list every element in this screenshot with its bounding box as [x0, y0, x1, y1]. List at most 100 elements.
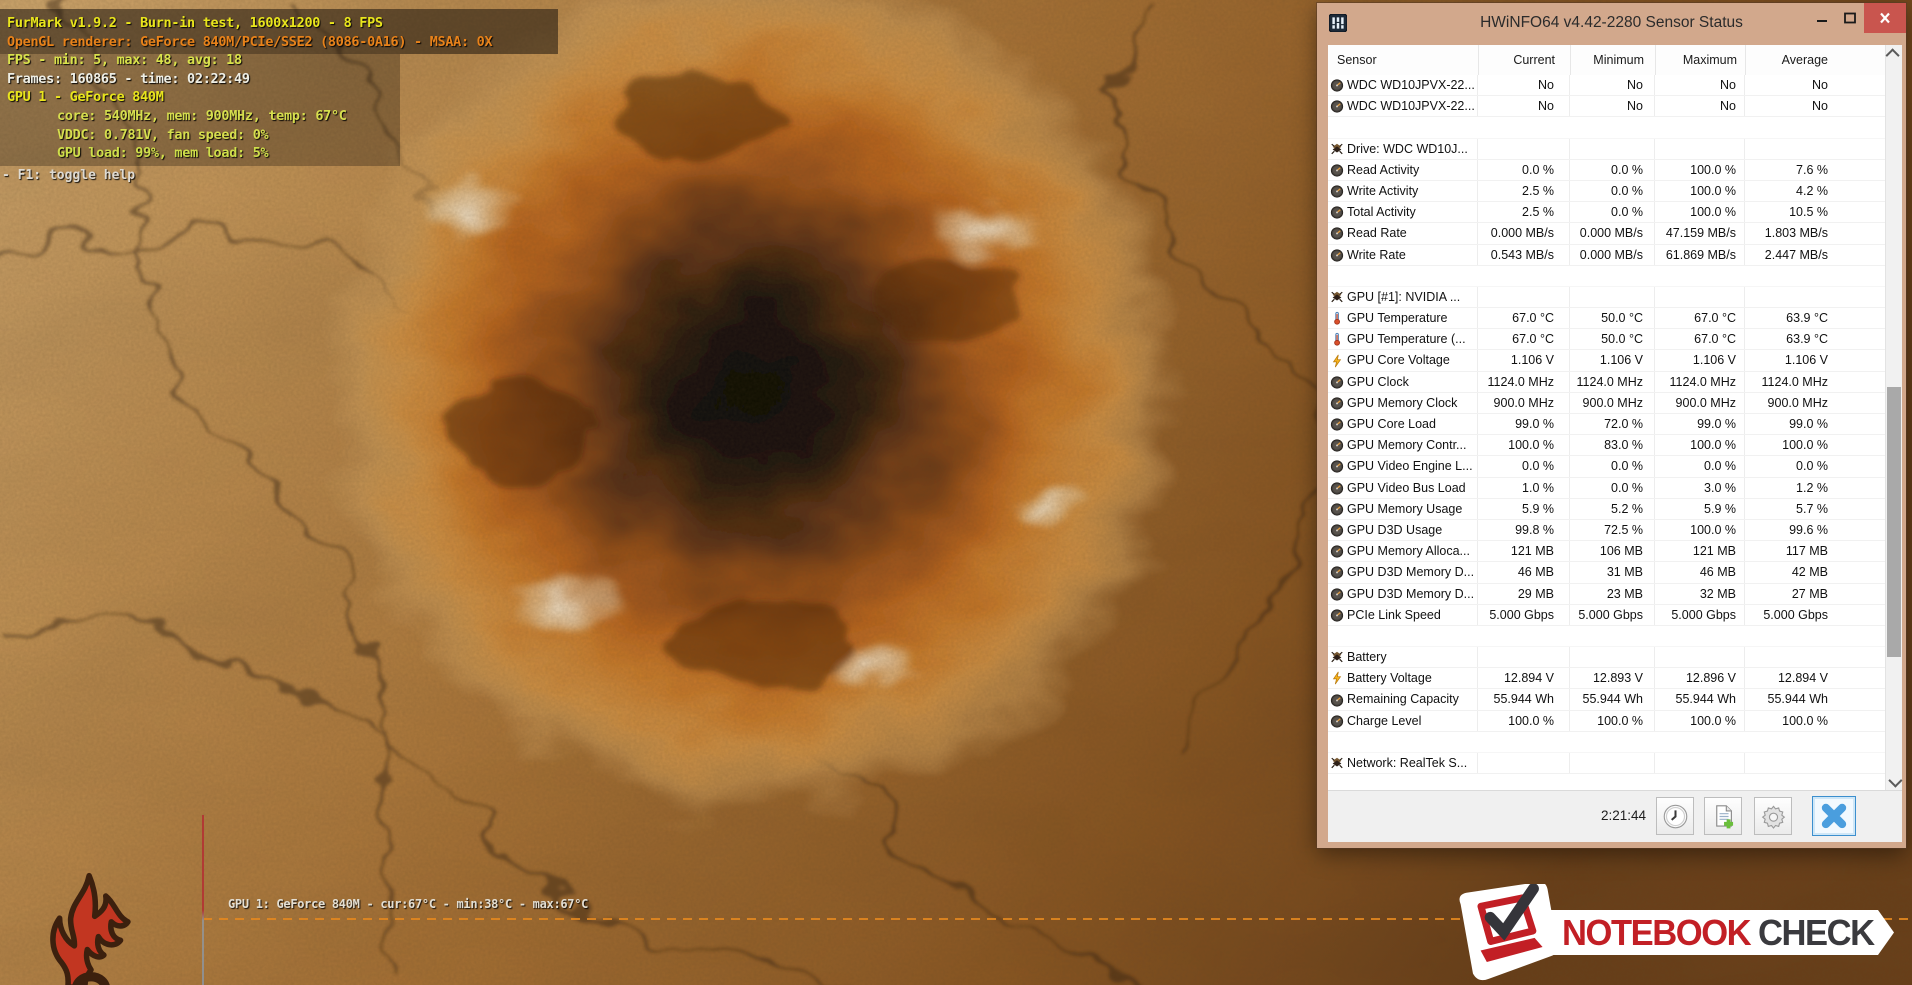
sensor-row[interactable]: Remaining Capacity 55.944 Wh 55.944 Wh 55.9…	[1328, 689, 1885, 711]
sensor-value: 2.5 %	[1478, 180, 1570, 202]
osd-line: FurMark v1.9.2 - Burn-in test, 1600x1200…	[7, 15, 383, 31]
scroll-up-arrow[interactable]	[1885, 45, 1902, 62]
column-header-minimum[interactable]: Minimum	[1571, 45, 1656, 75]
sensor-label: PCIe Link Speed	[1347, 604, 1478, 625]
osd-line: VDDC: 0.781V, fan speed: 0%	[57, 126, 269, 143]
sensor-value: 0.0 %	[1655, 456, 1745, 477]
scroll-down-arrow[interactable]	[1886, 773, 1903, 790]
hwinfo-titlebar[interactable]: HWiNFO64 v4.42-2280 Sensor Status	[1317, 3, 1906, 45]
chip-icon	[1328, 650, 1347, 664]
sensor-label: Read Activity	[1347, 159, 1478, 180]
sensor-label: Read Rate	[1347, 223, 1478, 244]
sensor-row[interactable]: WDC WD10JPVX-22... No No No No	[1328, 96, 1885, 118]
sensor-value: No	[1812, 99, 1828, 114]
sensor-value: No	[1478, 96, 1570, 117]
sensor-value: 67.0 °C	[1655, 308, 1745, 329]
sensor-value: 83.0 %	[1570, 435, 1655, 456]
sensor-value: 1.106 V	[1655, 350, 1745, 371]
gauge-icon	[1328, 248, 1347, 262]
temp-graph-cursor-line	[202, 815, 204, 985]
sensor-row[interactable]: Write Rate 0.543 MB/s 0.000 MB/s 61.869 MB/…	[1328, 244, 1885, 266]
sensor-label: GPU Video Engine L...	[1347, 456, 1478, 477]
sensor-value: No	[1655, 96, 1745, 117]
sensor-section-row[interactable]: Network: RealTek S...	[1328, 753, 1885, 775]
scrollbar-thumb[interactable]	[1887, 387, 1901, 657]
column-header-maximum[interactable]: Maximum	[1656, 45, 1746, 75]
sensor-label: GPU Memory Usage	[1347, 498, 1478, 519]
sensor-row[interactable]: GPU Memory Clock 900.0 MHz 900.0 MHz 900.0 …	[1328, 392, 1885, 414]
empty-cell	[1478, 138, 1570, 159]
empty-cell	[1655, 138, 1745, 159]
sensor-row[interactable]: WDC WD10JPVX-22... No No No No	[1328, 75, 1885, 97]
gauge-icon	[1328, 417, 1347, 431]
sensor-value: 63.9 °C	[1786, 311, 1828, 326]
sensor-value: 31 MB	[1570, 562, 1655, 583]
close-sensors-button[interactable]	[1812, 796, 1856, 836]
sensor-label: GPU Memory Clock	[1347, 392, 1478, 413]
sensor-row[interactable]: GPU Core Voltage 1.106 V 1.106 V 1.106 V 1.1…	[1328, 350, 1885, 372]
gauge-icon	[1328, 587, 1347, 601]
sensor-row[interactable]: GPU D3D Usage 99.8 % 72.5 % 100.0 % 99.6 %	[1328, 519, 1885, 542]
sensor-label: GPU D3D Usage	[1347, 519, 1478, 541]
sensor-label: Network: RealTek S...	[1347, 753, 1478, 774]
sensor-table: WDC WD10JPVX-22... No No No No WDC WD10JPVX-2…	[1328, 75, 1885, 775]
sensor-section-row[interactable]: GPU [#1]: NVIDIA ...	[1328, 286, 1885, 309]
sensor-value: 100.0 %	[1478, 435, 1570, 456]
minimize-button[interactable]	[1809, 3, 1835, 33]
gauge-icon	[1328, 481, 1347, 495]
column-header-current[interactable]: Current	[1479, 45, 1571, 75]
sensor-value: 12.893 V	[1570, 668, 1655, 689]
maximize-button[interactable]	[1837, 3, 1863, 33]
sensor-value: 12.894 V	[1478, 668, 1570, 689]
sensor-section-row[interactable]: Battery	[1328, 647, 1885, 669]
spacer-row	[1328, 266, 1885, 287]
column-header-average[interactable]: Average	[1746, 45, 1885, 75]
sensor-row[interactable]: Total Activity 2.5 % 0.0 % 100.0 % 10.5 %	[1328, 202, 1885, 224]
sensor-row[interactable]: GPU Memory Contr... 100.0 % 83.0 % 100.0 % 1…	[1328, 435, 1885, 457]
sensor-row[interactable]: GPU Temperature (... 67.0 °C 50.0 °C 67.0 °…	[1328, 329, 1885, 351]
sensor-row[interactable]: Battery Voltage 12.894 V 12.893 V 12.896 V1…	[1328, 668, 1885, 690]
sensor-label: GPU Video Bus Load	[1347, 477, 1478, 498]
sensor-label: GPU Memory Alloca...	[1347, 541, 1478, 562]
sensor-value: 1.803 MB/s	[1764, 226, 1828, 241]
sensor-value: 10.5 %	[1789, 205, 1828, 220]
sensor-section-row[interactable]: Drive: WDC WD10J...	[1328, 138, 1885, 160]
sensor-label: GPU Memory Contr...	[1347, 435, 1478, 456]
sensor-row[interactable]: GPU Clock 1124.0 MHz 1124.0 MHz 1124.0 MHz 1…	[1328, 371, 1885, 393]
sensor-row[interactable]: Read Activity 0.0 % 0.0 % 100.0 % 7.6 %	[1328, 159, 1885, 181]
sensor-value: 1124.0 MHz	[1761, 374, 1828, 389]
settings-button[interactable]	[1754, 797, 1792, 835]
column-header-sensor[interactable]: Sensor	[1328, 45, 1479, 75]
sensor-value: 99.0 %	[1478, 414, 1570, 435]
close-button[interactable]	[1864, 3, 1906, 33]
empty-cell	[1655, 286, 1745, 308]
gauge-icon	[1328, 99, 1347, 113]
sensor-row[interactable]: PCIe Link Speed 5.000 Gbps 5.000 Gbps 5.000…	[1328, 604, 1885, 626]
elapsed-time: 2:21:44	[1600, 808, 1646, 823]
clock-icon	[1662, 803, 1689, 830]
sensor-value: 100.0 %	[1655, 710, 1745, 731]
sensor-row[interactable]: GPU D3D Memory D... 29 MB 23 MB 32 MB 27 MB	[1328, 583, 1885, 605]
sensor-value: 3.0 %	[1655, 477, 1745, 498]
clock-button[interactable]	[1656, 797, 1694, 835]
sensor-row[interactable]: GPU Core Load 99.0 % 72.0 % 99.0 % 99.0 %	[1328, 414, 1885, 436]
sensor-value: 900.0 MHz	[1655, 392, 1745, 413]
report-button[interactable]	[1704, 797, 1742, 835]
sensor-value: 99.6 %	[1789, 522, 1828, 537]
sensor-row[interactable]: Write Activity 2.5 % 0.0 % 100.0 % 4.2 %	[1328, 180, 1885, 203]
osd-line: FPS - min: 5, max: 48, avg: 18	[7, 52, 242, 69]
sensor-label: Battery Voltage	[1347, 668, 1478, 689]
sensor-row[interactable]: Charge Level 100.0 % 100.0 % 100.0 % 100.0 %	[1328, 710, 1885, 732]
sensor-row[interactable]: GPU Memory Usage 5.9 % 5.2 % 5.9 % 5.7 %	[1328, 498, 1885, 520]
sensor-row[interactable]: GPU Temperature 67.0 °C 50.0 °C 67.0 °C 63.9…	[1328, 308, 1885, 330]
sensor-value: No	[1812, 78, 1828, 92]
vertical-scrollbar[interactable]	[1885, 45, 1903, 790]
sensor-row[interactable]: GPU Video Engine L... 0.0 % 0.0 % 0.0 % 0.0 …	[1328, 456, 1885, 478]
sensor-value: 72.5 %	[1570, 519, 1655, 541]
temp-graph-label: GPU 1: GeForce 840M - cur:67°C - min:38°…	[228, 897, 589, 911]
sensor-row[interactable]: GPU Video Bus Load 1.0 % 0.0 % 3.0 % 1.2 %	[1328, 477, 1885, 499]
sensor-row[interactable]: GPU D3D Memory D... 46 MB 31 MB 46 MB 42 MB	[1328, 562, 1885, 584]
sensor-row[interactable]: Read Rate 0.000 MB/s 0.000 MB/s 47.159 MB/s…	[1328, 223, 1885, 245]
sensor-row[interactable]: GPU Memory Alloca... 121 MB 106 MB 121 MB 11…	[1328, 541, 1885, 563]
gauge-icon	[1328, 78, 1347, 92]
